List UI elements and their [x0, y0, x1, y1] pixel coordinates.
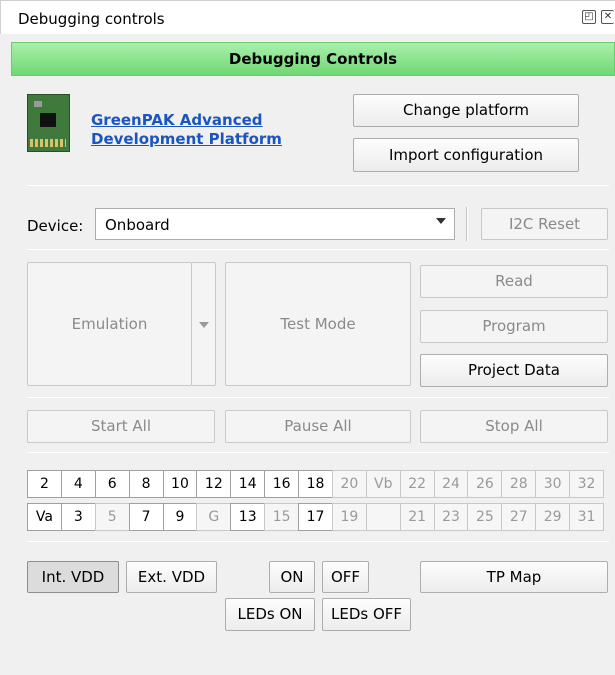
- device-label: Device:: [27, 217, 84, 235]
- top-pin-14[interactable]: 28: [501, 470, 537, 498]
- bottom-pin-10[interactable]: [365, 503, 401, 531]
- start-all-button[interactable]: Start All: [27, 410, 215, 443]
- bottom-pin-13[interactable]: 25: [467, 503, 503, 531]
- bottom-pin-6[interactable]: 13: [230, 503, 266, 531]
- top-pin-15[interactable]: 30: [535, 470, 571, 498]
- stop-all-button[interactable]: Stop All: [420, 410, 608, 443]
- float-icon[interactable]: ◰: [582, 10, 596, 24]
- leds-off-button[interactable]: LEDs OFF: [322, 598, 411, 631]
- ext-vdd-button[interactable]: Ext. VDD: [126, 561, 217, 593]
- leds-on-button[interactable]: LEDs ON: [225, 598, 315, 631]
- pin-row-bottom: Va 3 5 7 9 G 13 15 17 19 21 23 25 27 29 31: [27, 503, 609, 531]
- top-pin-1[interactable]: 4: [60, 470, 96, 498]
- bottom-pin-9[interactable]: 19: [331, 503, 367, 531]
- divider: [27, 249, 609, 250]
- top-pin-11[interactable]: 22: [399, 470, 435, 498]
- bottom-pin-4[interactable]: 9: [162, 503, 198, 531]
- platform-link[interactable]: GreenPAK Advanced Development Platform: [91, 111, 311, 149]
- i2c-reset-button[interactable]: I2C Reset: [481, 208, 608, 240]
- bottom-pin-3[interactable]: 7: [128, 503, 164, 531]
- import-configuration-button[interactable]: Import configuration: [353, 138, 579, 172]
- tp-map-button[interactable]: TP Map: [420, 561, 608, 593]
- on-button[interactable]: ON: [269, 561, 315, 593]
- top-pin-13[interactable]: 26: [467, 470, 503, 498]
- device-select[interactable]: Onboard: [95, 208, 455, 240]
- divider: [27, 397, 609, 398]
- test-mode-button[interactable]: Test Mode: [225, 262, 411, 386]
- top-pin-5[interactable]: 12: [196, 470, 232, 498]
- top-pin-4[interactable]: 10: [162, 470, 198, 498]
- bottom-pin-8[interactable]: 17: [298, 503, 333, 531]
- bottom-pin-5[interactable]: G: [196, 503, 232, 531]
- bottom-pin-15[interactable]: 29: [535, 503, 571, 531]
- chevron-down-icon: [436, 218, 446, 224]
- off-button[interactable]: OFF: [322, 561, 369, 593]
- int-vdd-button[interactable]: Int. VDD: [27, 561, 119, 593]
- bottom-pin-0[interactable]: Va: [27, 503, 62, 531]
- project-data-button[interactable]: Project Data: [420, 354, 608, 387]
- top-pin-10[interactable]: Vb: [365, 470, 401, 498]
- change-platform-button[interactable]: Change platform: [353, 94, 579, 127]
- read-button[interactable]: Read: [420, 265, 608, 298]
- emulation-button[interactable]: Emulation: [27, 262, 192, 386]
- top-pin-0[interactable]: 2: [27, 470, 62, 498]
- close-icon[interactable]: ✕: [601, 10, 614, 24]
- top-pin-8[interactable]: 18: [298, 470, 333, 498]
- top-pin-7[interactable]: 16: [264, 470, 300, 498]
- top-pin-3[interactable]: 8: [128, 470, 164, 498]
- top-pin-9[interactable]: 20: [331, 470, 367, 498]
- platform-link-line1[interactable]: GreenPAK Advanced: [91, 111, 311, 130]
- divider: [27, 185, 609, 186]
- bottom-pin-1[interactable]: 3: [60, 503, 96, 531]
- emulation-dropdown[interactable]: [191, 262, 216, 386]
- top-pin-12[interactable]: 24: [433, 470, 469, 498]
- bottom-pin-2[interactable]: 5: [94, 503, 130, 531]
- bottom-pin-16[interactable]: 31: [569, 503, 604, 531]
- device-value: Onboard: [105, 216, 170, 234]
- divider: [27, 541, 609, 542]
- bottom-pin-12[interactable]: 23: [433, 503, 469, 531]
- top-pin-2[interactable]: 6: [94, 470, 130, 498]
- chevron-down-icon: [199, 322, 209, 328]
- pause-all-button[interactable]: Pause All: [225, 410, 411, 443]
- pin-row-top: 2 4 6 8 10 12 14 16 18 20 Vb 22 24 26 28 30 32: [27, 470, 609, 498]
- bottom-pin-14[interactable]: 27: [501, 503, 537, 531]
- divider: [27, 452, 609, 453]
- window-title: Debugging controls: [18, 10, 165, 28]
- panel-header: Debugging Controls: [11, 42, 615, 76]
- vertical-divider: [466, 207, 468, 241]
- program-button[interactable]: Program: [420, 310, 608, 343]
- bottom-pin-11[interactable]: 21: [399, 503, 435, 531]
- top-pin-6[interactable]: 14: [230, 470, 266, 498]
- top-pin-16[interactable]: 32: [569, 470, 604, 498]
- platform-link-line2[interactable]: Development Platform: [91, 130, 311, 149]
- bottom-pin-7[interactable]: 15: [264, 503, 300, 531]
- board-image: [27, 94, 70, 152]
